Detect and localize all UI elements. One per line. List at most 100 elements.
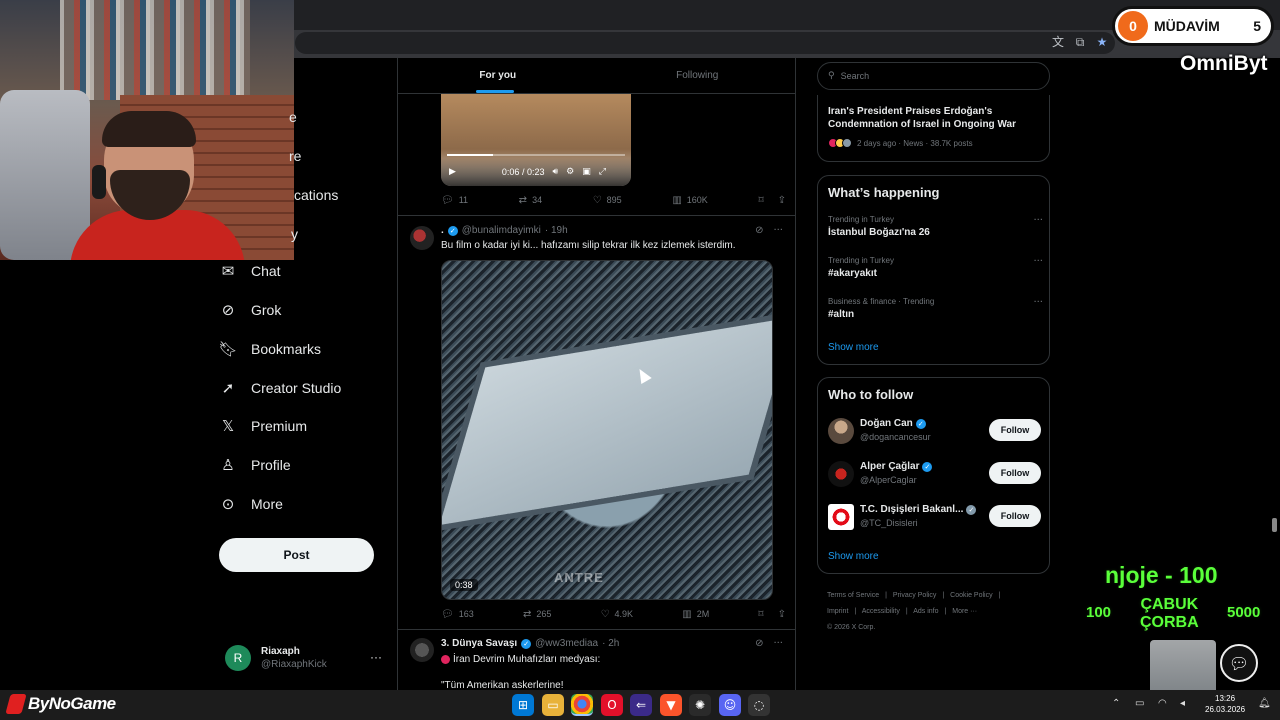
show-more-link[interactable]: Show more xyxy=(828,551,879,562)
follow-name[interactable]: Doğan Can xyxy=(860,418,913,429)
footer-link[interactable]: Terms of Service xyxy=(827,592,879,599)
network-icon[interactable]: ▭ xyxy=(1135,698,1144,709)
tweet1-video[interactable]: ▶ 0:06 / 0:23 🔊︎ ⚙ ▣ ⤢ xyxy=(441,94,631,186)
like-button[interactable]: ♡ 895 xyxy=(593,195,622,206)
chatgpt-icon[interactable]: ✺ xyxy=(689,694,711,716)
bookmark-star-icon[interactable]: ★ xyxy=(1094,34,1110,50)
discord-icon[interactable]: ☺ xyxy=(719,694,741,716)
more-icon[interactable]: ··· xyxy=(1033,297,1043,308)
nav-partial-explore[interactable]: re xyxy=(289,148,301,164)
translate-icon[interactable]: 文 xyxy=(1050,34,1066,50)
chrome-icon[interactable] xyxy=(571,694,593,716)
follow-name[interactable]: Alper Çağlar xyxy=(860,461,919,472)
tweet-time[interactable]: · 2h xyxy=(602,638,619,649)
volume-icon[interactable]: ◂ xyxy=(1180,698,1185,709)
search-input[interactable]: ⚲ Search xyxy=(817,62,1050,90)
nav-partial-notifications[interactable]: cations xyxy=(294,187,338,203)
nav-item-bookmarks[interactable]: 🔖︎ Bookmarks xyxy=(218,331,321,367)
footer-link[interactable]: Accessibility xyxy=(862,608,900,615)
bookmark-button[interactable]: ⌑ xyxy=(758,195,763,206)
avatar[interactable] xyxy=(828,504,854,530)
cast-icon[interactable]: ⧉ xyxy=(1072,34,1088,50)
nav-label: Premium xyxy=(251,418,308,434)
share-button[interactable]: ⇪ xyxy=(778,609,786,620)
account-more-icon[interactable]: ··· xyxy=(370,650,382,664)
follow-button[interactable]: Follow xyxy=(989,419,1041,441)
nav-item-more[interactable]: ⊙ More xyxy=(219,486,283,522)
footer-link[interactable]: Imprint xyxy=(827,608,848,615)
more-icon[interactable]: ··· xyxy=(1033,256,1043,267)
footer-link[interactable]: Cookie Policy xyxy=(950,592,992,599)
volume-icon[interactable]: 🔊︎ xyxy=(552,167,558,177)
footer-link[interactable]: Ads info xyxy=(913,608,938,615)
brave-icon[interactable]: ▼ xyxy=(660,694,682,716)
tweet2-avatar[interactable] xyxy=(410,226,434,250)
tweet3-line1: İran Devrim Muhafızları medyası: xyxy=(441,654,600,665)
like-button[interactable]: ♡ 4.9K xyxy=(601,609,633,620)
nav-item-profile[interactable]: ♙ Profile xyxy=(219,447,290,483)
nav-item-premium[interactable]: 𝕏 Premium xyxy=(219,408,307,444)
follow-suggestion[interactable]: Doğan Can ✓ @dogancancesur Follow xyxy=(828,416,1041,446)
tweet-author-handle[interactable]: @bunalimdayimki xyxy=(462,225,541,236)
repost-button[interactable]: ⇄ 265 xyxy=(523,609,551,620)
show-more-link[interactable]: Show more xyxy=(828,342,879,353)
grok-icon[interactable]: ⊘ xyxy=(755,225,763,236)
footer-link[interactable]: Privacy Policy xyxy=(893,592,937,599)
nav-item-creator-studio[interactable]: ➚ Creator Studio xyxy=(219,370,342,406)
more-icon[interactable]: ··· xyxy=(1033,215,1043,226)
opera-icon[interactable]: O xyxy=(601,694,623,716)
post-button[interactable]: Post xyxy=(219,538,374,572)
windows-start-icon[interactable]: ⊞ xyxy=(512,694,534,716)
pip-icon[interactable]: ▣ xyxy=(582,167,591,177)
reply-button[interactable]: 💬︎ 11 xyxy=(441,195,468,206)
settings-icon[interactable]: ⚙ xyxy=(566,167,574,177)
reply-button[interactable]: 💬︎ 163 xyxy=(441,609,474,620)
trend-item[interactable]: Business & finance · Trending #altın ··· xyxy=(828,297,1043,320)
trend-item[interactable]: Trending in Turkey #akaryakıt ··· xyxy=(828,256,1043,279)
repost-button[interactable]: ⇄ 34 xyxy=(519,195,542,206)
follow-suggestion[interactable]: Alper Çağlar ✓ @AlperCaglar Follow xyxy=(828,459,1041,489)
bookmark-button[interactable]: ⌑ xyxy=(758,609,763,620)
tray-up-arrow-icon[interactable]: ⌃ xyxy=(1112,698,1120,709)
nav-partial-messages[interactable]: y xyxy=(291,226,298,242)
tweet-author-handle[interactable]: @ww3mediaa xyxy=(535,638,598,649)
more-icon[interactable]: ··· xyxy=(773,225,783,236)
nav-partial-home[interactable]: e xyxy=(289,109,297,125)
follow-button[interactable]: Follow xyxy=(989,462,1041,484)
play-icon[interactable]: ▶ xyxy=(449,167,456,177)
more-icon[interactable]: ··· xyxy=(773,638,783,649)
tweet3-avatar[interactable] xyxy=(410,638,434,662)
news-card[interactable]: Iran's President Praises Erdoğan's Conde… xyxy=(817,95,1050,162)
tab-for-you[interactable]: For you xyxy=(398,58,598,93)
views-button[interactable]: ▥ 160K xyxy=(672,195,707,206)
avatar[interactable] xyxy=(828,418,854,444)
follow-button[interactable]: Follow xyxy=(989,505,1041,527)
views-button[interactable]: ▥ 2M xyxy=(682,609,709,620)
notification-bell-icon[interactable]: 🔔︎ xyxy=(1258,698,1271,709)
app-icon[interactable]: ◌ xyxy=(748,694,770,716)
trend-item[interactable]: Trending in Turkey İstanbul Boğazı'na 26… xyxy=(828,215,1043,238)
nav-item-chat[interactable]: ✉ Chat xyxy=(219,253,281,289)
app-icon[interactable]: ⇐ xyxy=(630,694,652,716)
tweet-author-name[interactable]: . xyxy=(441,225,444,236)
nav-item-grok[interactable]: ⊘ Grok xyxy=(219,292,282,328)
tab-following[interactable]: Following xyxy=(598,58,796,93)
follow-name[interactable]: T.C. Dışişleri Bakanl... xyxy=(860,504,963,515)
share-button[interactable]: ⇪ xyxy=(778,195,786,206)
fullscreen-icon[interactable]: ⤢ xyxy=(599,167,606,177)
tweet-author-name[interactable]: 3. Dünya Savaşı xyxy=(441,638,517,649)
system-clock[interactable]: 13:26 26.03.2026 xyxy=(1205,693,1245,715)
scrollbar-thumb[interactable] xyxy=(1272,518,1277,532)
avatar[interactable] xyxy=(828,461,854,487)
tweet2-video[interactable]: ANTRE 0:38 xyxy=(441,260,773,600)
tweet-time[interactable]: · 19h xyxy=(545,225,568,236)
grok-icon[interactable]: ⊘ xyxy=(755,638,763,649)
account-switcher[interactable]: R Riaxaph @RiaxaphKick xyxy=(225,640,385,676)
address-bar[interactable] xyxy=(295,32,1115,54)
wifi-icon[interactable]: ◠ xyxy=(1158,698,1167,709)
follow-suggestion[interactable]: T.C. Dışişleri Bakanl... ✓ @TC_Disisleri … xyxy=(828,502,1041,532)
footer-link[interactable]: More ··· xyxy=(952,608,977,615)
video-progress-bar[interactable] xyxy=(447,154,625,156)
file-explorer-icon[interactable]: ▭ xyxy=(542,694,564,716)
share-icon: ⇪ xyxy=(777,194,786,206)
